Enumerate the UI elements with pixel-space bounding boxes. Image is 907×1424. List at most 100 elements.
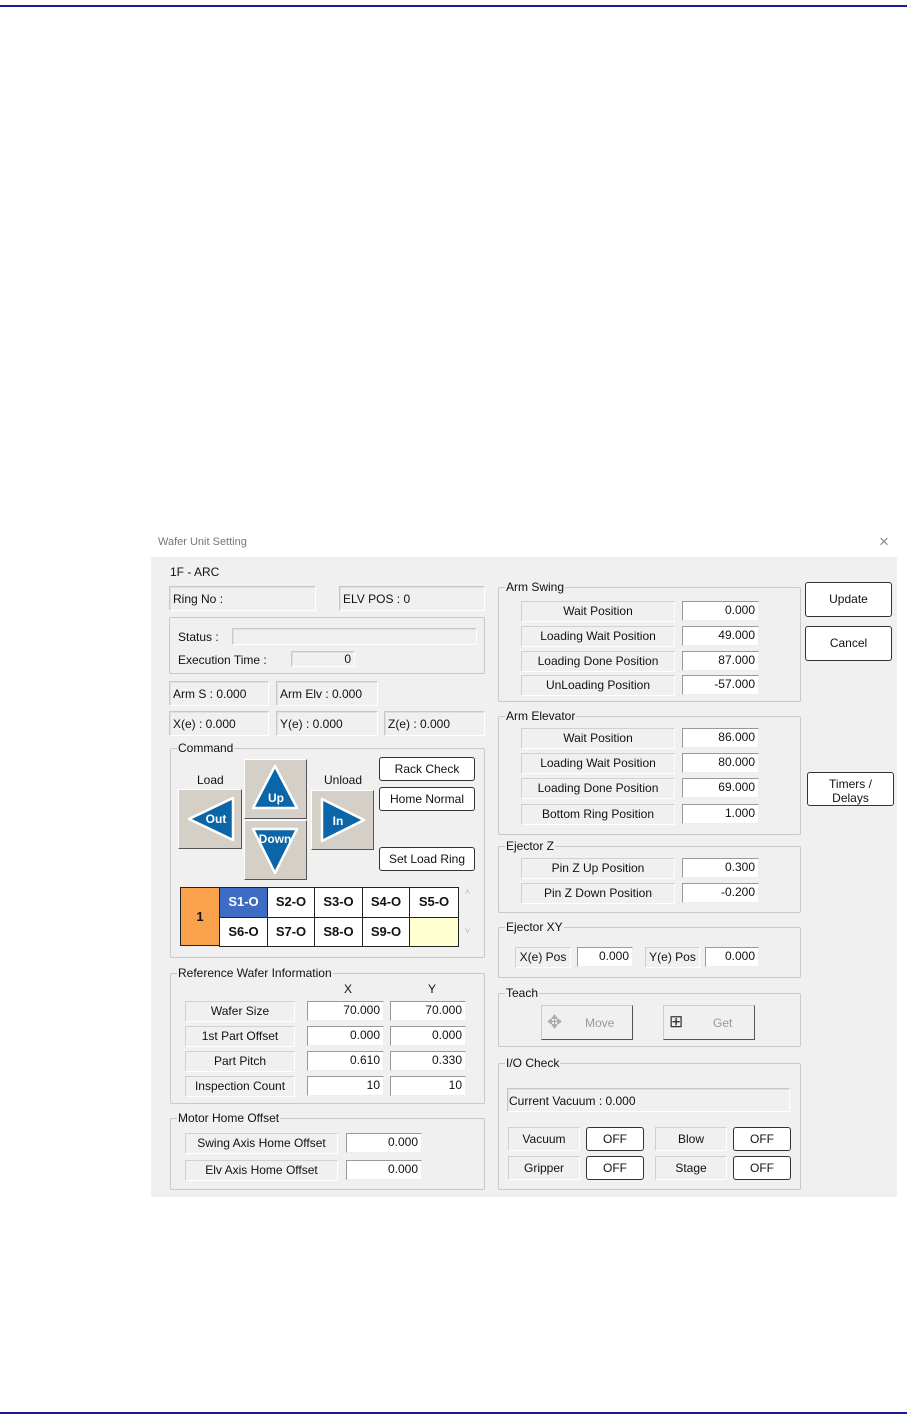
get-label: Get <box>713 1016 733 1030</box>
slot-cell[interactable]: S5-O <box>409 887 459 918</box>
arrow-left-icon: Out <box>187 796 235 842</box>
teach-title: Teach <box>505 986 540 1000</box>
col-x-header: X <box>344 982 353 996</box>
unit-label: 1F - ARC <box>170 565 220 579</box>
window-title: Wafer Unit Setting <box>158 536 247 548</box>
ejector-z-label: Pin Z Up Position <box>521 858 675 879</box>
reference-x-input[interactable]: 10 <box>307 1076 384 1096</box>
slot-scrollbar[interactable]: ˄ ˅ <box>459 887 476 946</box>
ejector-z-input[interactable]: -0.200 <box>682 883 759 903</box>
arm-elevator-input[interactable]: 1.000 <box>682 804 759 824</box>
slot-cell[interactable]: S8-O <box>314 917 363 947</box>
arm-swing-title: Arm Swing <box>505 580 566 594</box>
arm-swing-input[interactable]: 49.000 <box>682 626 759 646</box>
reference-y-input[interactable]: 0.000 <box>390 1026 466 1046</box>
arm-swing-label: Loading Done Position <box>521 651 675 672</box>
down-button[interactable]: Down <box>244 820 307 880</box>
top-rule <box>0 5 907 7</box>
arm-elevator-input[interactable]: 69.000 <box>682 778 759 798</box>
bottom-rule <box>0 1412 907 1414</box>
arrow-down-icon: Down <box>251 827 299 875</box>
scroll-up-icon[interactable]: ˄ <box>459 887 476 898</box>
reference-x-input[interactable]: 70.000 <box>307 1001 384 1021</box>
slot-cell[interactable]: S6-O <box>219 917 268 947</box>
reference-row-label: Inspection Count <box>185 1076 295 1097</box>
move-button[interactable]: ✥ Move <box>541 1005 633 1040</box>
load-label: Load <box>197 773 224 787</box>
ye-pos-input[interactable]: 0.000 <box>705 947 759 967</box>
io-check-title: I/O Check <box>505 1056 561 1070</box>
io-blow-toggle[interactable]: OFF <box>733 1127 791 1151</box>
scroll-down-icon[interactable]: ˅ <box>459 926 476 937</box>
slot-cell[interactable]: S2-O <box>267 887 315 918</box>
io-gripper-toggle[interactable]: OFF <box>586 1156 644 1180</box>
motor-row-label: Elv Axis Home Offset <box>185 1160 338 1181</box>
reference-x-input[interactable]: 0.000 <box>307 1026 384 1046</box>
get-icon: ⊞ <box>669 1012 684 1031</box>
reference-y-input[interactable]: 10 <box>390 1076 466 1096</box>
elv-pos: ELV POS : 0 <box>339 586 485 611</box>
io-vacuum-toggle[interactable]: OFF <box>586 1127 644 1151</box>
arm-swing-input[interactable]: -57.000 <box>682 675 759 695</box>
command-title: Command <box>177 741 235 755</box>
move-label: Move <box>585 1016 615 1030</box>
ye-readout: Y(e) : 0.000 <box>276 711 378 736</box>
up-button[interactable]: Up <box>244 759 307 819</box>
arm-elevator-label: Loading Done Position <box>521 778 675 799</box>
arm-swing-label: Loading Wait Position <box>521 626 675 647</box>
arm-swing-label: Wait Position <box>521 601 675 622</box>
cancel-button[interactable]: Cancel <box>805 626 892 661</box>
execution-time-label: Execution Time : <box>178 653 267 667</box>
arm-elevator-label: Bottom Ring Position <box>521 804 675 825</box>
ejector-z-title: Ejector Z <box>505 839 556 853</box>
arm-elevator-label: Loading Wait Position <box>521 753 675 774</box>
arm-swing-input[interactable]: 87.000 <box>682 651 759 671</box>
reference-y-input[interactable]: 70.000 <box>390 1001 466 1021</box>
xe-pos-label: X(e) Pos <box>515 947 571 968</box>
arrow-right-icon: In <box>320 797 366 843</box>
close-icon[interactable]: × <box>879 532 889 552</box>
out-button[interactable]: Out <box>178 789 242 849</box>
io-blow-label: Blow <box>655 1127 727 1151</box>
update-button[interactable]: Update <box>805 582 892 617</box>
arm-elevator-label: Wait Position <box>521 728 675 749</box>
arm-elevator-title: Arm Elevator <box>505 709 577 723</box>
get-button[interactable]: ⊞ Get <box>663 1005 755 1040</box>
set-load-ring-button[interactable]: Set Load Ring <box>379 847 475 871</box>
motor-title: Motor Home Offset <box>177 1111 281 1125</box>
slot-cell[interactable]: S3-O <box>314 887 363 918</box>
in-label: In <box>333 814 344 828</box>
ze-readout: Z(e) : 0.000 <box>384 711 485 736</box>
motor-offset-input[interactable]: 0.000 <box>346 1160 422 1180</box>
slot-cell[interactable]: S1-O <box>219 887 268 918</box>
execution-time-value: 0 <box>291 651 355 667</box>
move-icon: ✥ <box>547 1012 563 1032</box>
io-stage-toggle[interactable]: OFF <box>733 1156 791 1180</box>
home-normal-button[interactable]: Home Normal <box>379 787 475 811</box>
reference-row-label: Part Pitch <box>185 1051 295 1072</box>
slot-cell[interactable]: S9-O <box>362 917 410 947</box>
in-button[interactable]: In <box>311 790 374 850</box>
ejector-xy-title: Ejector XY <box>505 920 564 934</box>
arm-swing-input[interactable]: 0.000 <box>682 601 759 621</box>
ring-index-cell: 1 <box>180 887 220 946</box>
reference-y-input[interactable]: 0.330 <box>390 1051 466 1071</box>
slot-cell[interactable]: S7-O <box>267 917 315 947</box>
motor-offset-input[interactable]: 0.000 <box>346 1133 422 1153</box>
rack-check-button[interactable]: Rack Check <box>379 757 475 781</box>
ejector-z-input[interactable]: 0.300 <box>682 858 759 878</box>
slot-cell[interactable]: S4-O <box>362 887 410 918</box>
slot-cell-empty[interactable] <box>409 917 459 947</box>
arm-elevator-input[interactable]: 86.000 <box>682 728 759 748</box>
down-label: Down <box>259 832 292 846</box>
unload-label: Unload <box>324 773 363 787</box>
reference-x-input[interactable]: 0.610 <box>307 1051 384 1071</box>
io-gripper-label: Gripper <box>508 1156 580 1180</box>
xe-readout: X(e) : 0.000 <box>169 711 269 736</box>
arrow-up-icon: Up <box>251 764 299 810</box>
status-field <box>232 628 477 645</box>
ye-pos-label: Y(e) Pos <box>645 947 700 968</box>
arm-elevator-input[interactable]: 80.000 <box>682 753 759 773</box>
xe-pos-input[interactable]: 0.000 <box>577 947 633 967</box>
timers-delays-button[interactable]: Timers / Delays <box>807 772 894 806</box>
